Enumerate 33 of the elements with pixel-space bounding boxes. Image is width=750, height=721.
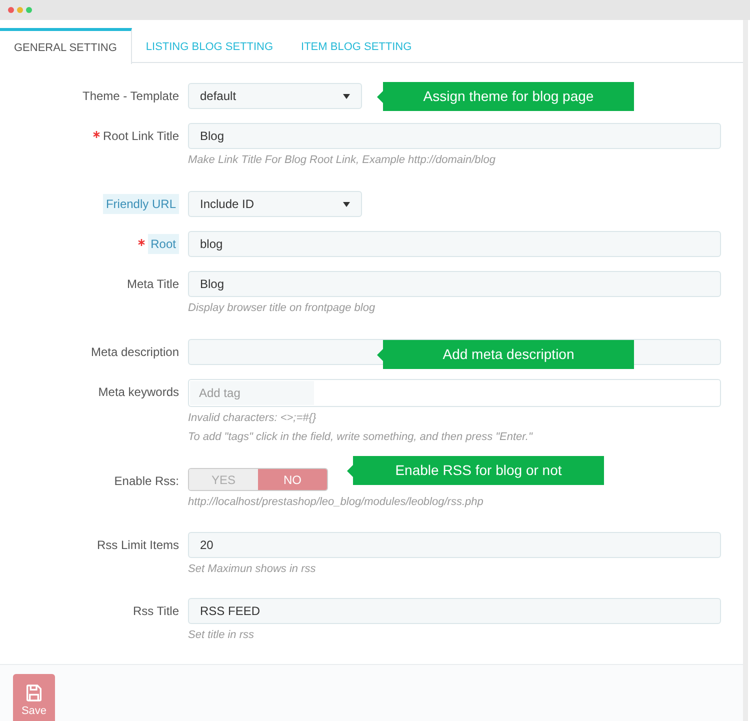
tab[interactable]: GENERAL SETTING	[0, 28, 132, 64]
field-label: Root	[148, 234, 179, 254]
text-field[interactable]: RSS FEED	[188, 598, 721, 624]
hint-tooltip: Enable RSS for blog or not	[347, 456, 604, 485]
tag-input[interactable]: Add tag	[190, 381, 314, 405]
help-text: Display browser title on frontpage blog	[188, 301, 376, 315]
help-text: Make Link Title For Blog Root Link, Example http://domain/blog	[188, 153, 496, 167]
field-label: Friendly URL	[102, 194, 179, 214]
help-text: http://localhost/prestashop/leo_blog/modules/leoblog/rss.php	[188, 495, 484, 509]
field-label: Rss Limit Items	[96, 537, 179, 554]
save-icon	[24, 682, 44, 702]
help-text: To add "tags" click in the field, write something, and then press "Enter."	[188, 430, 534, 444]
caret-icon	[343, 202, 350, 206]
field-label: Enable Rss:	[114, 473, 179, 490]
text-field[interactable]: 20	[188, 532, 721, 558]
caret-icon	[343, 94, 350, 98]
hint-tooltip: Add meta description	[377, 340, 634, 369]
field-label: Rss Title	[132, 603, 179, 620]
field-label: Meta keywords	[98, 384, 179, 401]
tags-field[interactable]: Add tag	[188, 379, 721, 407]
help-text: Invalid characters: <>;=#{}	[188, 411, 318, 425]
select-field[interactable]: Include ID	[188, 191, 362, 217]
field-label: Meta description	[90, 344, 179, 361]
hint-tooltip: Assign theme for blog page	[377, 82, 634, 111]
text-field[interactable]: blog	[188, 231, 721, 257]
text-field[interactable]: Blog	[188, 123, 721, 149]
field-label: Theme - Template	[82, 88, 179, 105]
field-label: Root Link Title	[102, 128, 179, 145]
help-text: Set title in rss	[188, 628, 256, 642]
help-text: Set Maximun shows in rss	[188, 562, 317, 576]
text-field[interactable]: Blog	[188, 271, 721, 297]
select-field[interactable]: default	[188, 83, 362, 109]
field-label: Meta Title	[126, 276, 179, 293]
